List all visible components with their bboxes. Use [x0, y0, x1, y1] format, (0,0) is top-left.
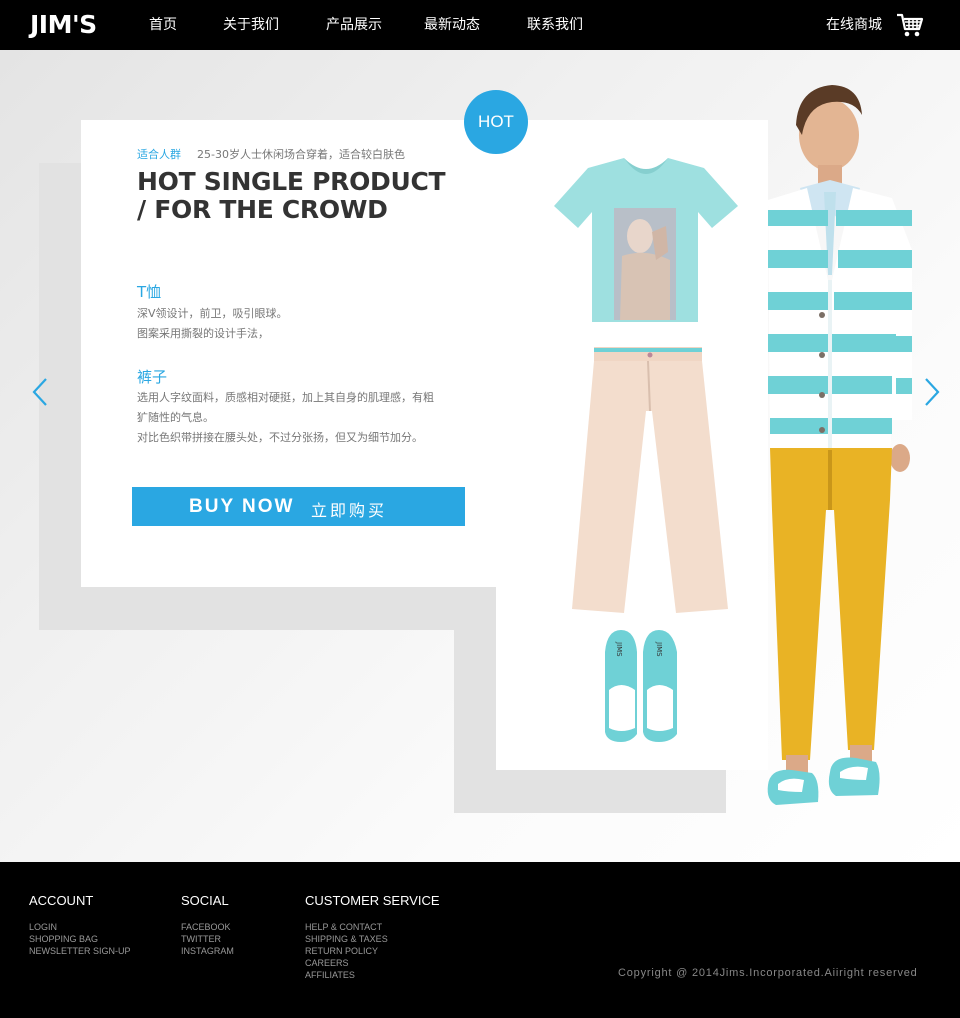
buy-now-label-cn: 立即购买	[311, 503, 388, 520]
footer-col-account: ACCOUNT LOGIN SHOPPING BAG NEWSLETTER SI…	[29, 893, 131, 957]
headline-line: / FOR THE CROWD	[137, 195, 388, 224]
footer-link-returns[interactable]: RETURN POLICY	[305, 945, 440, 957]
feature-title-tshirt: T恤	[137, 283, 162, 301]
hot-badge: HOT	[464, 90, 528, 154]
backdrop-shape	[39, 587, 454, 630]
chevron-right-icon[interactable]	[920, 375, 944, 409]
footer-link-shopping-bag[interactable]: SHOPPING BAG	[29, 933, 131, 945]
feature-line: 深V领设计，前卫，吸引眼球。	[137, 307, 288, 320]
footer-heading: CUSTOMER SERVICE	[305, 893, 440, 908]
footer-link-twitter[interactable]: TWITTER	[181, 933, 234, 945]
svg-text:JIMS: JIMS	[655, 641, 663, 657]
suitable-text: 25-30岁人士休闲场合穿着，适合较白肤色	[197, 148, 405, 161]
footer-link-affiliates[interactable]: AFFILIATES	[305, 969, 440, 981]
footer-heading: SOCIAL	[181, 893, 229, 908]
nav-home[interactable]: 首页	[149, 16, 177, 34]
chevron-left-icon[interactable]	[28, 375, 52, 409]
buy-now-label: BUY NOW	[189, 496, 295, 517]
footer-col-customer-service: CUSTOMER SERVICE HELP & CONTACT SHIPPING…	[305, 893, 440, 981]
nav-products[interactable]: 产品展示	[326, 16, 382, 34]
feature-line: 图案采用撕裂的设计手法，	[137, 327, 269, 340]
footer-col-social: SOCIAL FACEBOOK TWITTER INSTAGRAM	[181, 893, 234, 957]
shoes-image: JIMS JIMS	[605, 630, 677, 742]
svg-text:JIMS: JIMS	[615, 641, 623, 657]
shopping-cart-icon[interactable]	[896, 11, 924, 39]
nav-contact[interactable]: 联系我们	[527, 16, 583, 34]
footer-link-login[interactable]: LOGIN	[29, 921, 131, 933]
suitable-label: 适合人群	[137, 148, 181, 161]
hero-banner: JIMS JIMS HOT 适合人群 25-30岁人士休闲场合穿着，适合较白肤色…	[0, 50, 960, 862]
online-shop-link[interactable]: 在线商城	[826, 16, 882, 34]
feature-line: 犷随性的气息。	[137, 411, 214, 424]
model-image	[767, 85, 912, 805]
nav-news[interactable]: 最新动态	[424, 16, 480, 34]
nav-about[interactable]: 关于我们	[223, 16, 279, 34]
trousers-image	[572, 347, 728, 613]
footer-link-shipping[interactable]: SHIPPING & TAXES	[305, 933, 440, 945]
footer-heading: ACCOUNT	[29, 893, 94, 908]
site-header: JIM'S 首页 关于我们 产品展示 最新动态 联系我们 在线商城	[0, 0, 960, 50]
brand-logo[interactable]: JIM'S	[30, 9, 97, 41]
headline-line: HOT SINGLE PRODUCT	[137, 167, 446, 196]
footer-link-help[interactable]: HELP & CONTACT	[305, 921, 440, 933]
feature-title-trousers: 裤子	[137, 368, 168, 386]
footer-link-newsletter[interactable]: NEWSLETTER SIGN-UP	[29, 945, 131, 957]
site-footer: ACCOUNT LOGIN SHOPPING BAG NEWSLETTER SI…	[0, 862, 960, 1018]
tshirt-image	[554, 158, 738, 322]
copyright-text: Copyright @ 2014Jims.Incorporated.Aiirig…	[618, 967, 918, 979]
buy-now-button[interactable]: BUY NOW 立即购买	[132, 487, 465, 526]
footer-link-facebook[interactable]: FACEBOOK	[181, 921, 234, 933]
hero-headline: HOT SINGLE PRODUCT / FOR THE CROWD	[137, 167, 446, 224]
footer-link-careers[interactable]: CAREERS	[305, 957, 440, 969]
feature-line: 选用人字纹面料，质感相对硬挺，加上其自身的肌理感，有粗	[137, 391, 434, 404]
footer-link-instagram[interactable]: INSTAGRAM	[181, 945, 234, 957]
feature-line: 对比色织带拼接在腰头处，不过分张扬，但又为细节加分。	[137, 431, 423, 444]
